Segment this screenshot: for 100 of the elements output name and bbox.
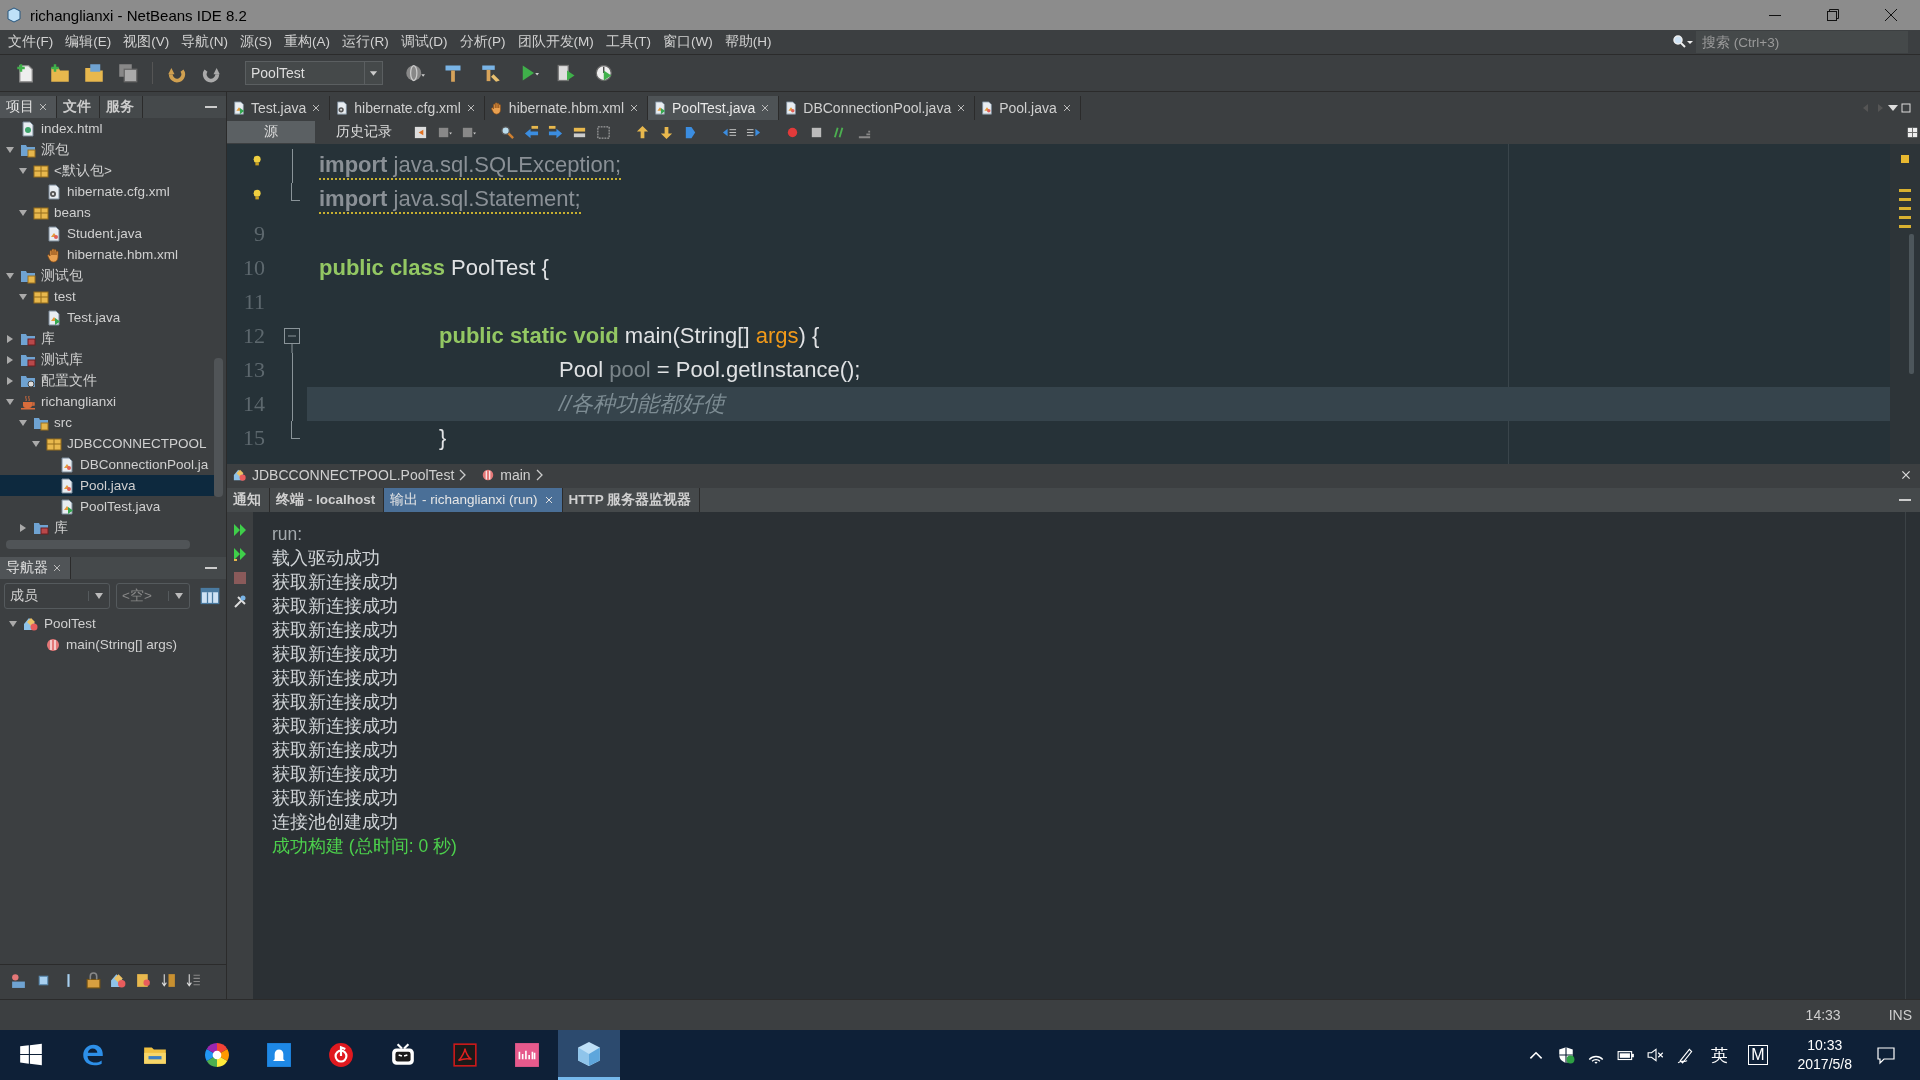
tree-item[interactable]: 测试包 — [0, 265, 214, 286]
lock-icon[interactable] — [85, 971, 102, 989]
tree-item[interactable]: index.html — [0, 118, 214, 139]
expanded-arrow-icon[interactable] — [5, 144, 15, 155]
tree-item[interactable]: 配置文件 — [0, 370, 214, 391]
menu-item[interactable]: 运行(R) — [336, 33, 395, 51]
menu-item[interactable]: 分析(P) — [453, 33, 512, 51]
notification-icon[interactable] — [1876, 1045, 1896, 1065]
rerun-icon[interactable] — [232, 546, 248, 562]
mute-speaker-icon[interactable] — [1647, 1046, 1666, 1064]
input-method[interactable]: M — [1748, 1045, 1768, 1065]
down-arrow-icon[interactable] — [659, 124, 674, 140]
menu-item[interactable]: 团队开发(M) — [511, 33, 600, 51]
search-field[interactable]: 搜索 (Ctrl+3) — [1696, 31, 1908, 53]
tree-item[interactable]: PoolTest.java — [0, 496, 214, 517]
tree-item[interactable]: Student.java — [0, 223, 214, 244]
warning-marker[interactable] — [1899, 216, 1911, 219]
tree-item[interactable]: Test.java — [0, 307, 214, 328]
output-tab[interactable]: 输出 - richanglianxi (run) — [384, 488, 563, 512]
globe-icon[interactable] — [403, 63, 427, 83]
scrollbar[interactable] — [214, 358, 223, 497]
up-arrow-icon[interactable] — [635, 124, 650, 140]
sort-list-icon[interactable] — [185, 971, 202, 989]
right-arrow-icon[interactable] — [548, 124, 563, 140]
expanded-arrow-icon[interactable] — [31, 438, 41, 449]
tree-item[interactable]: richanglianxi — [0, 391, 214, 412]
warning-marker[interactable] — [1899, 207, 1911, 210]
tree-item[interactable]: 库 — [0, 517, 214, 537]
taskbar-button[interactable] — [558, 1030, 620, 1080]
close-icon[interactable] — [1061, 103, 1072, 113]
new-folder-icon[interactable] — [50, 63, 70, 83]
menu-item[interactable]: 源(S) — [234, 33, 278, 51]
configuration-dropdown[interactable]: PoolTest — [245, 61, 383, 85]
class-icon[interactable] — [110, 971, 127, 989]
expanded-arrow-icon[interactable] — [18, 417, 28, 428]
left-arrow-icon[interactable] — [524, 124, 539, 140]
editor-tab[interactable]: PoolTest.java — [648, 96, 780, 120]
hammer-broom-icon[interactable] — [479, 63, 503, 83]
close-icon[interactable] — [543, 495, 554, 505]
tree-item[interactable]: PoolTest — [0, 613, 226, 634]
warning-marker[interactable] — [1899, 189, 1911, 192]
menu-item[interactable]: 重构(A) — [278, 33, 336, 51]
panel-tab[interactable]: 导航器 — [0, 557, 71, 579]
menu-item[interactable]: 调试(D) — [394, 33, 454, 51]
breadcrumb-item[interactable]: main — [481, 467, 544, 483]
tree-item[interactable]: 测试库 — [0, 349, 214, 370]
inherited-icon[interactable] — [10, 971, 27, 989]
expanded-arrow-icon[interactable] — [8, 618, 18, 629]
rerun-icon[interactable] — [232, 522, 248, 538]
collapsed-arrow-icon[interactable] — [5, 375, 15, 386]
collapsed-arrow-icon[interactable] — [5, 354, 15, 365]
close-icon[interactable] — [52, 563, 62, 573]
close-icon[interactable] — [465, 103, 476, 113]
tools-icon[interactable] — [232, 594, 248, 610]
search-icon[interactable] — [500, 124, 515, 140]
tree-item[interactable]: src — [0, 412, 214, 433]
menu-item[interactable]: 导航(N) — [175, 33, 234, 51]
panel-tab[interactable]: 项目 — [0, 96, 57, 118]
tree-item[interactable]: Pool.java — [0, 475, 214, 496]
menu-item[interactable]: 文件(F) — [2, 33, 60, 51]
close-icon[interactable] — [629, 103, 640, 113]
back-edit-icon[interactable] — [413, 124, 428, 140]
menu-item[interactable]: 帮助(H) — [718, 33, 778, 51]
tree-item[interactable]: hibernate.hbm.xml — [0, 244, 214, 265]
clock[interactable]: 10:33 2017/5/8 — [1797, 1036, 1852, 1074]
tree-item[interactable]: main(String[] args) — [0, 634, 226, 655]
tree-item[interactable]: <默认包> — [0, 160, 214, 181]
tree-item[interactable]: 源包 — [0, 139, 214, 160]
tree-item[interactable]: DBConnectionPool.ja — [0, 454, 214, 475]
tree-item[interactable]: JDBCCONNECTPOOL — [0, 433, 214, 454]
sort-icon[interactable] — [160, 971, 177, 989]
inner-class-icon[interactable] — [135, 971, 152, 989]
collapsed-arrow-icon[interactable] — [5, 333, 15, 344]
breadcrumb-item[interactable]: JDBCCONNECTPOOL.PoolTest — [233, 467, 468, 483]
close-icon[interactable] — [1900, 469, 1912, 481]
folder-icon[interactable] — [84, 63, 104, 83]
expanded-arrow-icon[interactable] — [18, 165, 28, 176]
warning-marker[interactable] — [1899, 198, 1911, 201]
tree-item[interactable]: test — [0, 286, 214, 307]
warning-marker[interactable] — [1899, 225, 1911, 228]
view-tab[interactable]: 历史记录 — [324, 121, 404, 143]
expanded-arrow-icon[interactable] — [18, 207, 28, 218]
search-icon[interactable] — [1672, 34, 1694, 50]
bookmark-icon[interactable] — [683, 124, 698, 140]
close-icon[interactable] — [311, 103, 322, 113]
tree-item[interactable]: 库 — [0, 328, 214, 349]
tree-item[interactable]: hibernate.cfg.xml — [0, 181, 214, 202]
save-icon[interactable] — [118, 63, 138, 83]
scrollbar[interactable] — [1909, 234, 1914, 374]
menu-item[interactable]: 编辑(E) — [59, 33, 118, 51]
selection-icon[interactable] — [596, 124, 611, 140]
collapsed-arrow-icon[interactable] — [18, 522, 28, 533]
close-icon[interactable] — [38, 102, 48, 112]
menu-item[interactable]: 窗口(W) — [657, 33, 719, 51]
input-language[interactable]: 英 — [1711, 1043, 1729, 1067]
view-tab[interactable]: 源 — [227, 121, 315, 143]
filter-dropdown[interactable]: 成员 — [4, 583, 110, 609]
window-icon[interactable] — [200, 586, 220, 606]
expanded-arrow-icon[interactable] — [18, 291, 28, 302]
shield-icon[interactable] — [1557, 1046, 1576, 1064]
